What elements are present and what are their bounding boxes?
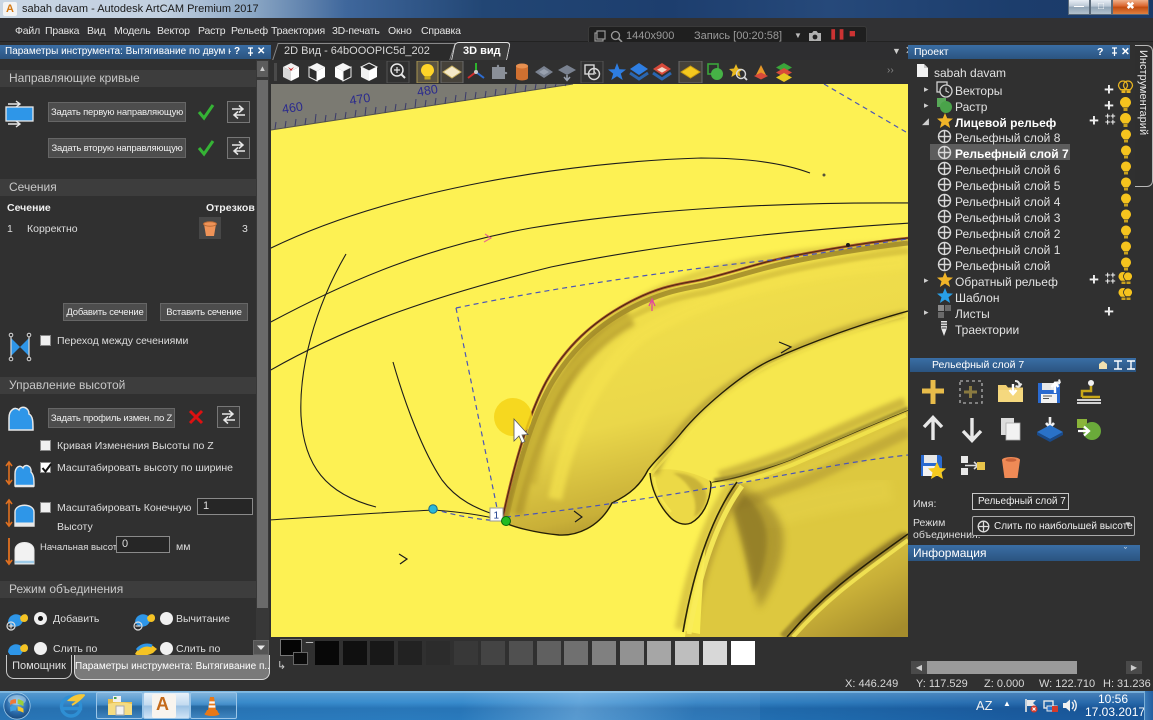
svg-text:1: 1: [494, 511, 500, 522]
svg-text:››: ››: [887, 65, 894, 76]
